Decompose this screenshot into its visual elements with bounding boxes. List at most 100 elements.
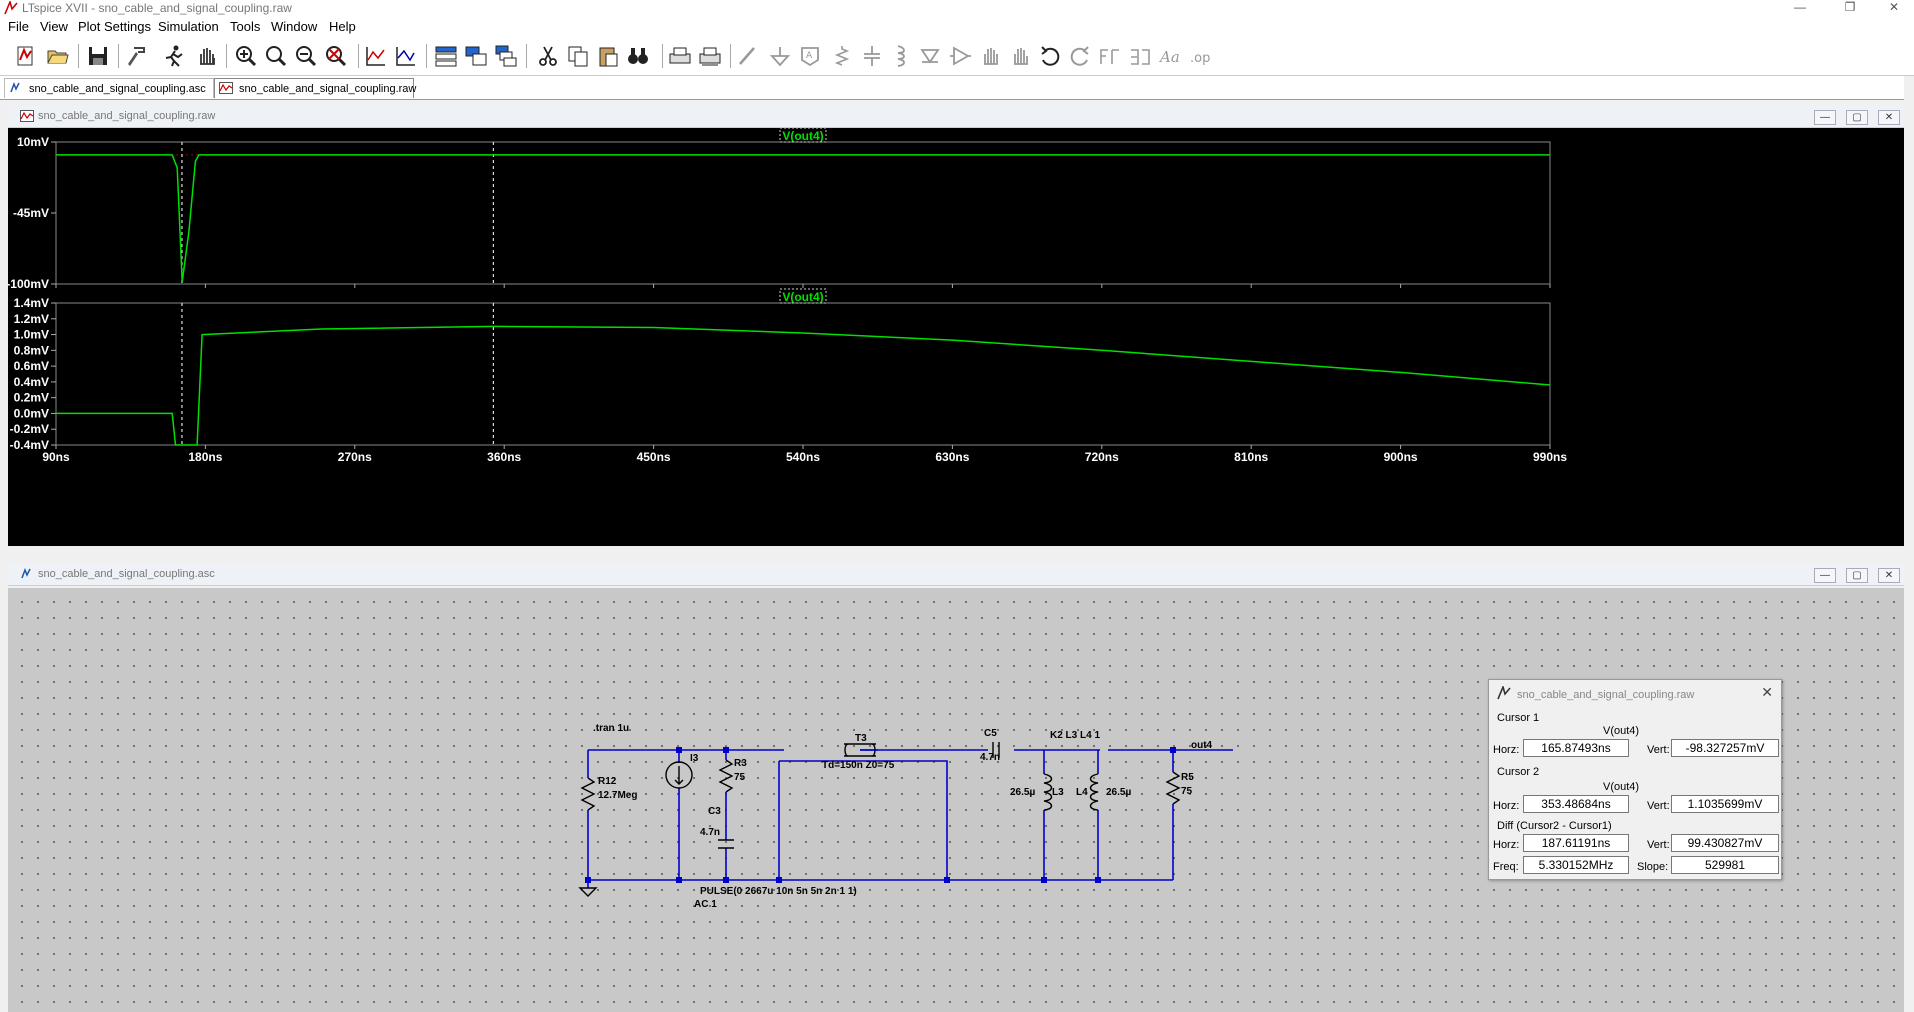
ground-symbol[interactable] bbox=[578, 887, 598, 897]
schematic-window-title: sno_cable_and_signal_coupling.asc bbox=[38, 568, 215, 580]
k2-coupling[interactable]: K2 L3 L4 1 bbox=[1050, 730, 1100, 741]
r3-name[interactable]: R3 bbox=[734, 758, 747, 769]
l4-name[interactable]: L4 bbox=[1076, 787, 1088, 798]
zoom-out-icon[interactable] bbox=[294, 44, 318, 68]
l4-value[interactable]: 26.5µ bbox=[1106, 787, 1131, 798]
zoom-fit-icon[interactable] bbox=[324, 44, 348, 68]
halt-hand-icon[interactable] bbox=[194, 44, 218, 68]
menu-view[interactable]: View bbox=[40, 19, 68, 34]
ground-icon[interactable] bbox=[768, 44, 792, 68]
copy-icon[interactable] bbox=[566, 44, 590, 68]
component-icon[interactable] bbox=[948, 44, 972, 68]
l3-name[interactable]: L3 bbox=[1052, 787, 1064, 798]
c5-value[interactable]: 4.7n bbox=[980, 752, 1000, 763]
diff-vert-field[interactable]: 99.430827mV bbox=[1671, 834, 1779, 852]
cursor2-horz-field[interactable]: 353.48684ns bbox=[1523, 795, 1629, 813]
menu-file[interactable]: File bbox=[8, 19, 29, 34]
cascade-icon[interactable] bbox=[494, 44, 518, 68]
menu-simulation[interactable]: Simulation bbox=[158, 19, 219, 34]
net-label-out4[interactable]: out4 bbox=[1191, 740, 1212, 751]
cut-icon[interactable] bbox=[536, 44, 560, 68]
r12-value[interactable]: 12.7Meg bbox=[598, 790, 637, 801]
print-preview-icon[interactable] bbox=[698, 44, 722, 68]
move-hand-icon[interactable] bbox=[978, 44, 1002, 68]
c5-name[interactable]: C5 bbox=[984, 728, 997, 739]
plot-maximize-button[interactable]: ▢ bbox=[1846, 110, 1868, 125]
t3-value[interactable]: Td=150n Z0=75 bbox=[822, 760, 894, 771]
r5-value[interactable]: 75 bbox=[1181, 786, 1192, 797]
menu-help[interactable]: Help bbox=[329, 19, 356, 34]
find-binoculars-icon[interactable] bbox=[626, 44, 650, 68]
run-icon[interactable] bbox=[162, 44, 186, 68]
capacitor-c3-symbol[interactable] bbox=[718, 839, 734, 849]
resistor-r3-symbol[interactable] bbox=[718, 759, 734, 793]
menu-window[interactable]: Window bbox=[271, 19, 317, 34]
plot-minimize-button[interactable]: — bbox=[1814, 110, 1836, 125]
cursor1-vert-field[interactable]: -98.327257mV bbox=[1671, 739, 1779, 757]
schematic-close-button[interactable]: ✕ bbox=[1878, 568, 1900, 583]
schematic-maximize-button[interactable]: ▢ bbox=[1846, 568, 1868, 583]
label-net-icon[interactable]: A bbox=[798, 44, 822, 68]
menu-tools[interactable]: Tools bbox=[230, 19, 260, 34]
r12-name[interactable]: R12 bbox=[598, 776, 616, 787]
cursor2-vert-field[interactable]: 1.1035699mV bbox=[1671, 795, 1779, 813]
capacitor-icon[interactable] bbox=[860, 44, 884, 68]
autorange-icon[interactable] bbox=[364, 44, 388, 68]
waveform-plot-area[interactable]: 10mV -45mV -100mV V(out4) 1.4mV 1.2mV 1.0mV 0.8… bbox=[6, 127, 1914, 546]
vertical-scrollbar[interactable] bbox=[1904, 76, 1914, 1012]
redo-icon[interactable] bbox=[1068, 44, 1092, 68]
open-icon[interactable] bbox=[46, 44, 70, 68]
l3-value[interactable]: 26.5µ bbox=[1010, 787, 1035, 798]
junction-dot bbox=[676, 877, 682, 883]
inductor-l3-symbol[interactable] bbox=[1043, 773, 1053, 811]
drag-hand-icon[interactable] bbox=[1008, 44, 1032, 68]
restore-button[interactable]: ❐ bbox=[1830, 0, 1870, 16]
paste-icon[interactable] bbox=[596, 44, 620, 68]
freq-field[interactable]: 5.330152MHz bbox=[1523, 856, 1629, 874]
mirror-icon[interactable] bbox=[1128, 44, 1152, 68]
pulse-source-spec[interactable]: PULSE(0 2667u 10n 5n 5n 2n 1 1) bbox=[700, 886, 857, 897]
diode-icon[interactable] bbox=[918, 44, 942, 68]
close-button[interactable]: ✕ bbox=[1874, 0, 1914, 16]
tab-waveform[interactable]: sno_cable_and_signal_coupling.raw bbox=[214, 78, 416, 98]
close-icon[interactable]: ✕ bbox=[1761, 684, 1773, 701]
plot-close-button[interactable]: ✕ bbox=[1878, 110, 1900, 125]
x-tick-label: 540ns bbox=[786, 450, 820, 464]
c3-name[interactable]: C3 bbox=[708, 806, 721, 817]
menu-plot-settings[interactable]: Plot Settings bbox=[78, 19, 151, 34]
slope-field[interactable]: 529981 bbox=[1671, 856, 1779, 874]
c3-value[interactable]: 4.7n bbox=[700, 827, 720, 838]
diff-horz-field[interactable]: 187.61191ns bbox=[1523, 834, 1629, 852]
tile-vertical-icon[interactable] bbox=[464, 44, 488, 68]
zoom-pan-icon[interactable] bbox=[264, 44, 288, 68]
t3-name[interactable]: T3 bbox=[855, 733, 867, 744]
zoom-in-icon[interactable] bbox=[234, 44, 258, 68]
print-icon[interactable] bbox=[668, 44, 692, 68]
ac-source-spec[interactable]: AC 1 bbox=[694, 899, 717, 910]
inductor-icon[interactable] bbox=[888, 44, 912, 68]
rotate-icon[interactable] bbox=[1098, 44, 1122, 68]
manual-limits-icon[interactable] bbox=[394, 44, 418, 68]
control-panel-icon[interactable] bbox=[124, 44, 148, 68]
tran-directive[interactable]: .tran 1u bbox=[593, 723, 629, 734]
text-icon[interactable]: Aa bbox=[1158, 44, 1182, 68]
save-icon[interactable] bbox=[86, 44, 110, 68]
resistor-icon[interactable] bbox=[830, 44, 854, 68]
tab-schematic[interactable]: sno_cable_and_signal_coupling.asc bbox=[4, 78, 214, 98]
i3-name[interactable]: I3 bbox=[690, 753, 698, 764]
tile-horizontal-icon[interactable] bbox=[434, 44, 458, 68]
resistor-r5-symbol[interactable] bbox=[1165, 771, 1181, 805]
waveform-svg[interactable]: 10mV -45mV -100mV V(out4) 1.4mV 1.2mV 1.0mV0.8… bbox=[6, 127, 1914, 546]
minimize-button[interactable]: — bbox=[1780, 0, 1820, 16]
r5-name[interactable]: R5 bbox=[1181, 772, 1194, 783]
resistor-r12-symbol[interactable] bbox=[580, 777, 596, 811]
r3-value[interactable]: 75 bbox=[734, 772, 745, 783]
draw-wire-icon[interactable] bbox=[736, 44, 760, 68]
cursor1-horz-field[interactable]: 165.87493ns bbox=[1523, 739, 1629, 757]
inductor-l4-symbol[interactable] bbox=[1089, 773, 1099, 811]
undo-icon[interactable] bbox=[1038, 44, 1062, 68]
cursor-readout-dialog[interactable]: sno_cable_and_signal_coupling.raw ✕ Curs… bbox=[1488, 679, 1782, 880]
schematic-minimize-button[interactable]: — bbox=[1814, 568, 1836, 583]
spice-directive-icon[interactable]: .op bbox=[1188, 44, 1212, 68]
new-schematic-icon[interactable] bbox=[14, 44, 38, 68]
